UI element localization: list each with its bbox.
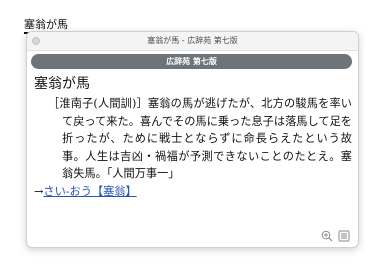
- entry-definition: ［淮南子(人間訓)］塞翁の馬が逃げたが、北方の駿馬を率いて戻って来た。喜んでその…: [48, 97, 352, 181]
- cross-reference-arrow: →: [34, 184, 44, 198]
- bottom-toolbar: [321, 230, 350, 242]
- list-menu-icon[interactable]: [338, 230, 350, 242]
- cross-reference-link[interactable]: さい-おう【塞翁】: [43, 185, 136, 198]
- tab-dictionary[interactable]: 広辞苑 第七版: [31, 54, 352, 69]
- entry-content: 塞翁が馬 ［淮南子(人間訓)］塞翁の馬が逃げたが、北方の駿馬を率いて戻って来た。…: [34, 75, 352, 201]
- popover-titlebar: 塞翁が馬 - 広辞苑 第七版: [27, 32, 358, 51]
- dictionary-popover: 塞翁が馬 - 広辞苑 第七版 広辞苑 第七版 塞翁が馬 ［淮南子(人間訓)］塞翁…: [26, 31, 359, 248]
- zoom-in-icon[interactable]: [321, 230, 333, 242]
- entry-headword: 塞翁が馬: [34, 76, 90, 92]
- window-title: 塞翁が馬 - 広辞苑 第七版: [147, 36, 238, 45]
- cross-reference: →さい-おう【塞翁】: [34, 183, 352, 201]
- selected-word: 塞翁が馬: [24, 18, 68, 31]
